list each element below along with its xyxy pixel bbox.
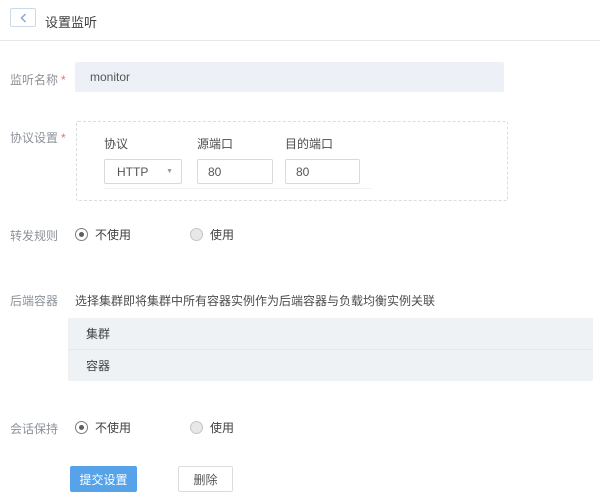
radio-label: 不使用	[95, 419, 131, 436]
source-port-input[interactable]	[197, 159, 273, 184]
submit-settings-button[interactable]: 提交设置	[70, 466, 137, 492]
session-use-option[interactable]: 使用	[190, 419, 234, 436]
delete-button[interactable]: 删除	[178, 466, 233, 492]
row-label: 容器	[86, 357, 110, 374]
protocol-settings-label: 协议设置*	[10, 129, 66, 146]
protocol-column-header: 协议	[104, 135, 128, 152]
page-title: 设置监听	[45, 12, 97, 31]
table-row-cluster[interactable]: 集群	[68, 318, 593, 349]
dest-port-input[interactable]	[285, 159, 360, 184]
forwarding-not-use-option[interactable]: 不使用	[75, 226, 131, 243]
row-label: 集群	[86, 325, 110, 342]
radio-icon[interactable]	[75, 421, 88, 434]
backend-containers-label: 后端容器	[10, 292, 58, 309]
radio-label: 使用	[210, 419, 234, 436]
protocol-select[interactable]: HTTP ▼	[104, 159, 182, 184]
session-persistence-label: 会话保持	[10, 420, 58, 437]
table-row-container[interactable]: 容器	[68, 349, 593, 381]
header-divider	[0, 40, 600, 41]
radio-label: 不使用	[95, 226, 131, 243]
required-mark: *	[61, 73, 66, 87]
session-not-use-option[interactable]: 不使用	[75, 419, 131, 436]
source-port-column-header: 源端口	[197, 135, 233, 152]
back-chevron-icon	[20, 13, 27, 23]
protocol-settings-box: 协议 源端口 目的端口 HTTP ▼	[76, 121, 508, 201]
protocol-row-separator	[104, 188, 372, 189]
dest-port-column-header: 目的端口	[285, 135, 333, 152]
forwarding-use-option[interactable]: 使用	[190, 226, 234, 243]
radio-icon[interactable]	[190, 228, 203, 241]
radio-icon[interactable]	[190, 421, 203, 434]
listener-name-input[interactable]	[75, 62, 504, 92]
radio-icon[interactable]	[75, 228, 88, 241]
chevron-down-icon: ▼	[166, 168, 173, 175]
set-listener-page: 设置监听 监听名称* 协议设置* 协议 源端口 目的端口 HTTP ▼ 转发规则…	[0, 0, 600, 498]
forwarding-rules-label: 转发规则	[10, 227, 58, 244]
backend-table: 集群 容器	[68, 318, 593, 381]
radio-label: 使用	[210, 226, 234, 243]
required-mark: *	[61, 131, 66, 145]
backend-description: 选择集群即将集群中所有容器实例作为后端容器与负载均衡实例关联	[75, 292, 435, 309]
back-button[interactable]	[10, 8, 36, 27]
protocol-select-value: HTTP	[117, 165, 148, 179]
listener-name-label: 监听名称*	[10, 71, 66, 88]
